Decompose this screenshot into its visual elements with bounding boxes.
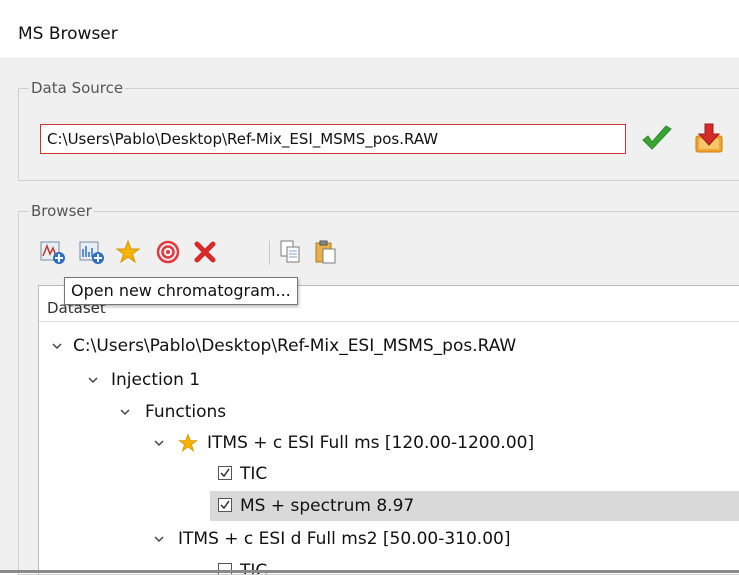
tree-node-injection[interactable]: Injection 1 <box>39 365 739 395</box>
spectrum-checkbox[interactable] <box>218 498 232 512</box>
title-bar: MS Browser <box>0 0 739 59</box>
toolbar-tooltip: Open new chromatogram... <box>64 277 298 305</box>
delete-button[interactable] <box>192 238 218 266</box>
open-new-chromatogram-icon <box>40 241 65 264</box>
paste-button[interactable] <box>313 238 339 266</box>
chevron-down-icon[interactable] <box>87 374 99 386</box>
open-new-chromatogram-button[interactable] <box>40 238 66 266</box>
tree-node-label: ITMS + c ESI d Full ms2 [50.00-310.00] <box>178 529 511 549</box>
chevron-down-icon[interactable] <box>119 406 131 418</box>
chevron-down-icon[interactable] <box>51 340 63 352</box>
green-check-icon <box>642 125 672 150</box>
target-button[interactable] <box>155 238 181 266</box>
favorite-button[interactable] <box>115 238 141 266</box>
copy-icon <box>280 240 300 263</box>
delete-x-icon <box>194 241 216 263</box>
chevron-down-icon[interactable] <box>153 437 165 449</box>
tree-node-functions[interactable]: Functions <box>39 397 739 427</box>
chevron-down-icon[interactable] <box>153 533 165 545</box>
confirm-button[interactable] <box>640 124 674 154</box>
target-icon <box>156 240 180 264</box>
browser-legend: Browser <box>31 202 92 220</box>
download-arrow-icon <box>695 123 723 153</box>
star-icon <box>115 239 141 264</box>
star-icon <box>178 433 198 452</box>
load-button[interactable] <box>693 122 725 154</box>
window-title: MS Browser <box>18 24 118 44</box>
data-source-legend: Data Source <box>31 79 124 97</box>
tree-node-label: Injection 1 <box>111 370 201 390</box>
checkmark-icon <box>220 468 230 478</box>
tree-node-label: ITMS + c ESI Full ms [120.00-1200.00] <box>207 433 535 453</box>
open-new-spectrum-icon <box>79 241 104 264</box>
tree-node-function-2[interactable]: ITMS + c ESI d Full ms2 [50.00-310.00] <box>39 524 739 554</box>
open-new-spectrum-button[interactable] <box>79 238 105 266</box>
dataset-tree[interactable]: Dataset C:\Users\Pablo\Desktop\Ref-Mix_E… <box>38 285 739 574</box>
paste-icon <box>315 240 336 264</box>
tree-node-label: Functions <box>145 402 227 422</box>
tic-checkbox[interactable] <box>218 466 232 480</box>
browser-toolbar <box>40 238 380 268</box>
tree-node-function-1[interactable]: ITMS + c ESI Full ms [120.00-1200.00] <box>39 428 739 458</box>
tree-node-root[interactable]: C:\Users\Pablo\Desktop\Ref-Mix_ESI_MSMS_… <box>39 331 739 361</box>
tree-node-func1-spectrum[interactable]: MS + spectrum 8.97 <box>210 491 739 521</box>
tree-node-func1-tic[interactable]: TIC <box>39 459 739 489</box>
copy-button[interactable] <box>278 238 304 266</box>
tree-node-label: MS + spectrum 8.97 <box>240 496 415 516</box>
data-source-path-input[interactable] <box>40 124 626 154</box>
tree-node-label: TIC <box>240 464 268 484</box>
checkmark-icon <box>220 500 230 510</box>
tree-node-label: C:\Users\Pablo\Desktop\Ref-Mix_ESI_MSMS_… <box>73 336 517 356</box>
toolbar-separator <box>269 241 270 265</box>
